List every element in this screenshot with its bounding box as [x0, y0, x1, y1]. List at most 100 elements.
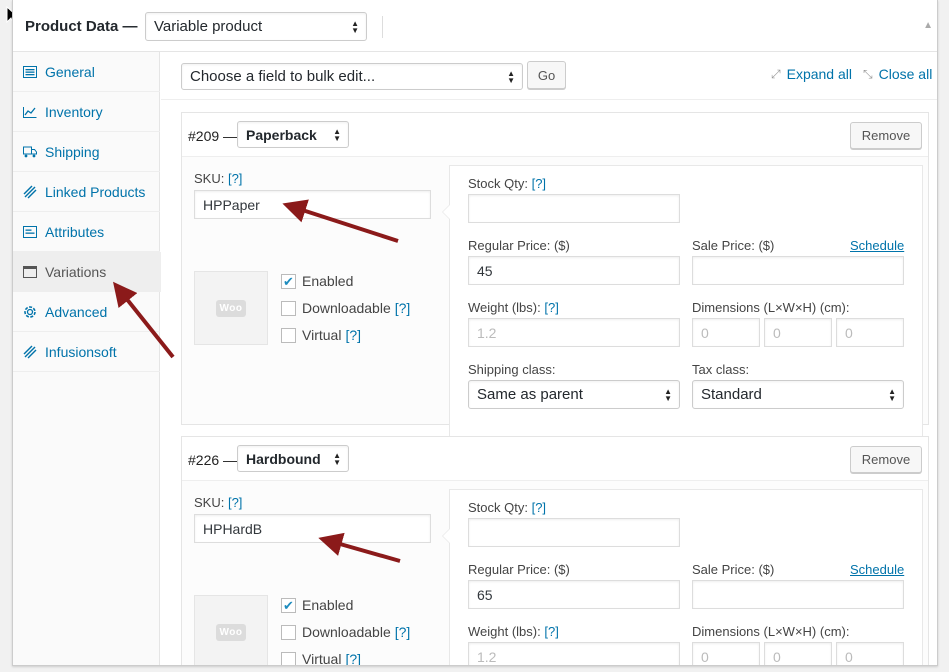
list-icon	[23, 225, 37, 239]
select-arrows-icon: ▲ ▼	[333, 450, 341, 467]
tab-general[interactable]: General	[13, 52, 160, 92]
help-link[interactable]: [?]	[228, 171, 242, 186]
tab-inventory[interactable]: Inventory	[13, 92, 160, 132]
tab-variations[interactable]: Variations	[13, 252, 161, 292]
height-input[interactable]: 0	[836, 642, 904, 665]
product-data-panel: Product Data — Variable product ▲ ▼ ▲ Gen…	[12, 0, 938, 666]
woo-placeholder-logo: Woo	[215, 623, 247, 641]
length-input[interactable]: 0	[692, 642, 760, 665]
variation-attribute-select[interactable]: Hardbound ▲ ▼	[237, 445, 349, 472]
stock-qty-input[interactable]	[468, 194, 680, 223]
sku-input[interactable]: HPPaper	[194, 190, 431, 219]
remove-variation-button[interactable]: Remove	[850, 122, 922, 149]
help-link[interactable]: [?]	[228, 495, 242, 510]
panel-header: Product Data — Variable product ▲ ▼ ▲	[13, 0, 937, 52]
stock-qty-label: Stock Qty: [?]	[468, 500, 546, 515]
attribute-value: Hardbound	[246, 450, 321, 467]
tab-advanced[interactable]: Advanced	[13, 292, 160, 332]
tab-label: Attributes	[45, 223, 105, 240]
variation-id: #209 —	[188, 128, 238, 144]
expand-all-label: Expand all	[786, 66, 852, 82]
variations-panel: Choose a field to bulk edit... ▲ ▼ Go ⤢ E…	[161, 52, 937, 665]
sale-price-input[interactable]	[692, 580, 904, 609]
weight-input[interactable]: 1.2	[468, 642, 680, 665]
downloadable-label: Downloadable	[302, 624, 391, 640]
select-arrows-icon: ▲ ▼	[351, 18, 359, 35]
variation-attribute-select[interactable]: Paperback ▲ ▼	[237, 121, 349, 148]
enabled-checkbox-row[interactable]: ✔ Enabled	[281, 597, 353, 613]
width-input[interactable]: 0	[764, 642, 832, 665]
help-link[interactable]: [?]	[345, 651, 361, 665]
collapse-panel-icon[interactable]: ▲	[923, 20, 933, 31]
help-link[interactable]: [?]	[395, 624, 411, 640]
virtual-checkbox[interactable]	[281, 651, 296, 665]
virtual-label: Virtual	[302, 327, 342, 343]
sale-price-input[interactable]	[692, 256, 904, 285]
stock-qty-label-text: Stock Qty:	[468, 176, 528, 191]
regular-price-input[interactable]: 65	[468, 580, 680, 609]
stock-qty-input[interactable]	[468, 518, 680, 547]
downloadable-checkbox[interactable]	[281, 300, 296, 316]
variation-209: #209 — Paperback ▲ ▼ Remove SKU: [?] HPPa…	[181, 112, 929, 475]
truck-icon	[23, 145, 37, 159]
downloadable-checkbox-row[interactable]: Downloadable [?]	[281, 624, 410, 640]
select-arrows-icon: ▲ ▼	[507, 68, 515, 85]
dimensions-label: Dimensions (L×W×H) (cm):	[692, 300, 850, 315]
bulk-edit-select[interactable]: Choose a field to bulk edit... ▲ ▼	[181, 63, 523, 90]
virtual-checkbox-row[interactable]: Virtual [?]	[281, 327, 361, 343]
variations-icon	[23, 265, 37, 279]
enabled-checkbox-row[interactable]: ✔ Enabled	[281, 273, 353, 289]
close-all-link[interactable]: ⤡ Close all	[863, 66, 932, 82]
variation-header[interactable]: #226 — Hardbound ▲ ▼ Remove	[182, 437, 928, 481]
tab-label: Infusionsoft	[45, 343, 117, 360]
variation-image-upload[interactable]: Woo	[194, 595, 268, 665]
remove-variation-button[interactable]: Remove	[850, 446, 922, 473]
tax-class-select[interactable]: Standard ▲ ▼	[692, 380, 904, 409]
virtual-checkbox-row[interactable]: Virtual [?]	[281, 651, 361, 665]
downloadable-label: Downloadable	[302, 300, 391, 316]
variation-image-upload[interactable]: Woo	[194, 271, 268, 345]
downloadable-checkbox[interactable]	[281, 624, 296, 640]
tab-infusionsoft[interactable]: Infusionsoft	[13, 332, 160, 372]
sku-label: SKU: [?]	[194, 171, 242, 186]
gear-icon	[23, 305, 37, 319]
virtual-checkbox[interactable]	[281, 327, 296, 343]
tab-label: Shipping	[45, 143, 100, 160]
sku-input[interactable]: HPHardB	[194, 514, 431, 543]
length-input[interactable]: 0	[692, 318, 760, 347]
general-icon	[23, 65, 37, 79]
help-link[interactable]: [?]	[395, 300, 411, 316]
enabled-checkbox[interactable]: ✔	[281, 273, 296, 289]
help-link[interactable]: [?]	[544, 300, 558, 315]
attribute-value: Paperback	[246, 126, 317, 143]
width-input[interactable]: 0	[764, 318, 832, 347]
help-link[interactable]: [?]	[532, 500, 546, 515]
tab-linked-products[interactable]: Linked Products	[13, 172, 160, 212]
bulk-edit-value: Choose a field to bulk edit...	[190, 68, 376, 85]
height-input[interactable]: 0	[836, 318, 904, 347]
product-type-select[interactable]: Variable product ▲ ▼	[145, 12, 367, 41]
enabled-label: Enabled	[302, 597, 354, 613]
variation-header[interactable]: #209 — Paperback ▲ ▼ Remove	[182, 113, 928, 157]
expand-all-link[interactable]: ⤢ Expand all	[771, 66, 852, 82]
tab-attributes[interactable]: Attributes	[13, 212, 160, 252]
sku-label: SKU: [?]	[194, 495, 242, 510]
select-arrows-icon: ▲ ▼	[664, 386, 672, 403]
regular-price-input[interactable]: 45	[468, 256, 680, 285]
close-all-label: Close all	[878, 66, 933, 82]
regular-price-label: Regular Price: ($)	[468, 562, 570, 577]
enabled-checkbox[interactable]: ✔	[281, 597, 296, 613]
go-button[interactable]: Go	[527, 61, 566, 89]
weight-label: Weight (lbs): [?]	[468, 624, 559, 639]
help-link[interactable]: [?]	[345, 327, 361, 343]
shipping-class-select[interactable]: Same as parent ▲ ▼	[468, 380, 680, 409]
schedule-link[interactable]: Schedule	[850, 562, 904, 577]
schedule-link[interactable]: Schedule	[850, 238, 904, 253]
downloadable-checkbox-row[interactable]: Downloadable [?]	[281, 300, 410, 316]
tab-shipping[interactable]: Shipping	[13, 132, 160, 172]
weight-label-text: Weight (lbs):	[468, 300, 541, 315]
help-link[interactable]: [?]	[532, 176, 546, 191]
variation-id: #226 —	[188, 452, 238, 468]
help-link[interactable]: [?]	[544, 624, 558, 639]
weight-input[interactable]: 1.2	[468, 318, 680, 347]
